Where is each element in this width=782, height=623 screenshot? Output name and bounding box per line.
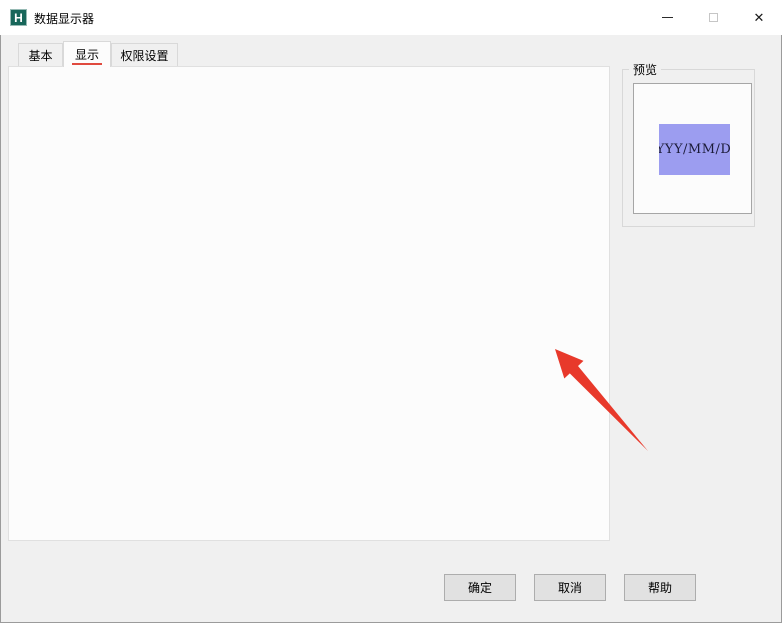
preview-group-legend: 预览 xyxy=(629,61,661,78)
maximize-icon xyxy=(709,13,718,22)
tab-display[interactable]: 显示 xyxy=(63,41,111,67)
tab-basic[interactable]: 基本 xyxy=(18,43,63,67)
preview-value-rect: YYYY/MM/DD xyxy=(659,124,730,175)
tab-display-label: 显示 xyxy=(75,46,99,63)
close-button[interactable]: ✕ xyxy=(736,0,782,35)
window-title: 数据显示器 xyxy=(34,10,94,27)
minimize-icon xyxy=(662,17,673,18)
ok-button-label: 确定 xyxy=(468,579,492,596)
ok-button[interactable]: 确定 xyxy=(444,574,516,601)
tab-permission[interactable]: 权限设置 xyxy=(111,43,178,67)
minimize-button[interactable] xyxy=(644,0,690,35)
tab-page-display xyxy=(8,66,610,541)
active-tab-underline xyxy=(72,63,102,65)
maximize-button xyxy=(690,0,736,35)
cancel-button-label: 取消 xyxy=(558,579,582,596)
tab-basic-label: 基本 xyxy=(28,47,52,64)
preview-format-text: YYYY/MM/DD xyxy=(659,142,730,157)
tab-permission-label: 权限设置 xyxy=(120,47,168,64)
help-button-label: 帮助 xyxy=(648,579,672,596)
close-icon: ✕ xyxy=(754,11,765,24)
preview-panel: YYYY/MM/DD xyxy=(633,83,752,214)
preview-group: 预览 YYYY/MM/DD xyxy=(622,69,755,227)
cancel-button[interactable]: 取消 xyxy=(534,574,606,601)
help-button[interactable]: 帮助 xyxy=(624,574,696,601)
title-bar: H 数据显示器 ✕ xyxy=(0,0,782,35)
app-icon: H xyxy=(10,9,27,26)
